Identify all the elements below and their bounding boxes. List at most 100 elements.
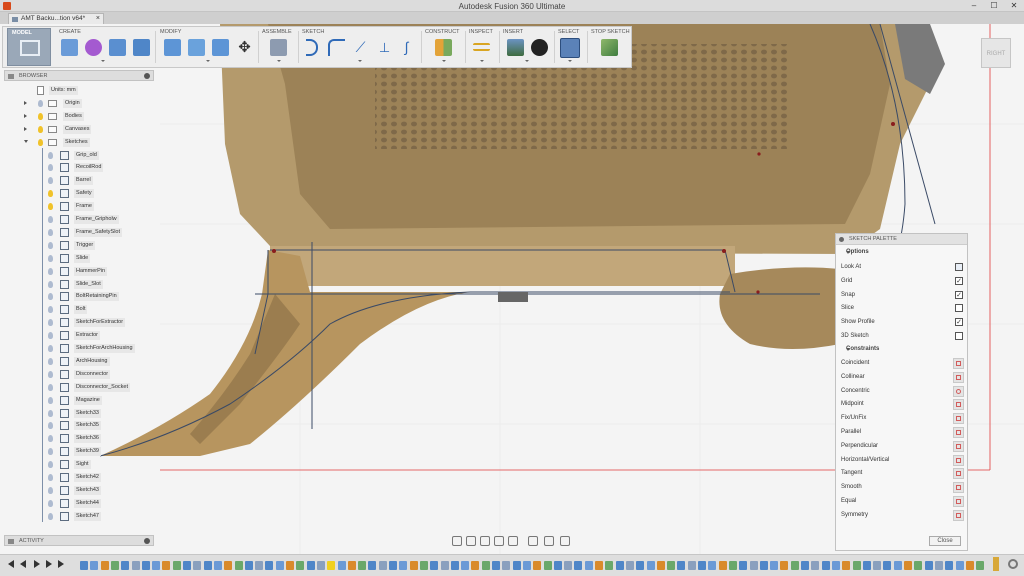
document-tab[interactable]: AMT Backu...tion v64* × bbox=[8, 13, 104, 24]
collinear-constraint-icon[interactable] bbox=[953, 371, 964, 383]
sketch-item[interactable]: Sketch33 bbox=[4, 408, 154, 419]
constraint-midpoint[interactable]: Midpoint bbox=[841, 398, 964, 411]
sketch-item[interactable]: RecoilRod bbox=[4, 162, 154, 173]
timeline-feature-icon[interactable] bbox=[605, 561, 614, 570]
activity-pin-icon[interactable] bbox=[144, 538, 150, 544]
options-section-header[interactable]: Options bbox=[839, 249, 869, 255]
symmetry-constraint-icon[interactable] bbox=[953, 509, 964, 521]
timeline-feature-icon[interactable] bbox=[801, 561, 809, 570]
extend-icon[interactable]: ⟋ bbox=[352, 39, 369, 56]
sketch-item[interactable]: Sketch44 bbox=[4, 498, 154, 509]
equal-constraint-icon[interactable] bbox=[953, 496, 964, 507]
option-grid[interactable]: Grid ✓ bbox=[841, 275, 963, 288]
constraint-perpendicular[interactable]: Perpendicular bbox=[841, 440, 964, 453]
viewports-icon[interactable] bbox=[560, 536, 570, 546]
timeline-feature-icon[interactable] bbox=[564, 561, 573, 570]
activity-expand-icon[interactable] bbox=[8, 539, 14, 544]
expand-icon[interactable] bbox=[24, 126, 27, 131]
timeline-feature-icon[interactable] bbox=[213, 561, 222, 570]
timeline-feature-icon[interactable] bbox=[389, 561, 397, 570]
visibility-bulb-icon[interactable] bbox=[48, 216, 53, 223]
close-palette-button[interactable]: Close bbox=[929, 536, 961, 546]
timeline-feature-icon[interactable] bbox=[945, 561, 954, 570]
sketch-palette-header[interactable]: SKETCH PALETTE bbox=[836, 234, 967, 245]
option-3d-sketch[interactable]: 3D Sketch bbox=[841, 330, 963, 343]
timeline-feature-icon[interactable] bbox=[224, 561, 233, 570]
timeline-feature-icon[interactable] bbox=[255, 561, 264, 570]
timeline-feature-icon[interactable] bbox=[121, 561, 130, 570]
create-sphere-icon[interactable] bbox=[85, 39, 102, 56]
timeline-feature-icon[interactable] bbox=[976, 561, 985, 570]
constraint-tangent[interactable]: Tangent bbox=[841, 467, 964, 480]
visibility-bulb-icon[interactable] bbox=[48, 435, 53, 443]
sketch-dropdown-icon[interactable] bbox=[358, 60, 362, 62]
visibility-bulb-icon[interactable] bbox=[48, 345, 53, 352]
construct-dropdown-icon[interactable] bbox=[442, 60, 446, 62]
zoom-icon[interactable] bbox=[494, 536, 504, 546]
timeline-feature-icon[interactable] bbox=[667, 561, 676, 570]
browser-folder-origin[interactable]: Origin bbox=[4, 98, 154, 109]
inspect-dropdown-icon[interactable] bbox=[480, 60, 484, 62]
select-tool-icon[interactable] bbox=[560, 38, 580, 58]
parallel-constraint-icon[interactable] bbox=[953, 427, 964, 438]
timeline-feature-icon[interactable] bbox=[574, 561, 583, 570]
timeline-feature-icon[interactable] bbox=[533, 561, 542, 570]
visibility-bulb-icon[interactable] bbox=[48, 228, 53, 236]
perpendicular-constraint-icon[interactable] bbox=[953, 440, 964, 452]
sketch-item[interactable]: Sketch36 bbox=[4, 433, 154, 444]
timeline-feature-icon[interactable] bbox=[244, 561, 253, 570]
timeline-feature-icon[interactable] bbox=[131, 561, 140, 570]
fillet-icon[interactable] bbox=[188, 39, 205, 56]
timeline-play-icon[interactable] bbox=[34, 560, 40, 568]
sketch-item[interactable]: Disconnector bbox=[4, 369, 154, 380]
visibility-bulb-icon[interactable] bbox=[48, 474, 53, 481]
option-slice[interactable]: Slice bbox=[841, 302, 963, 315]
timeline-feature-icon[interactable] bbox=[811, 561, 820, 570]
timeline-feature-icon[interactable] bbox=[522, 561, 531, 570]
trim-icon[interactable] bbox=[306, 39, 318, 56]
spline-icon[interactable]: ∫ bbox=[398, 39, 415, 56]
timeline-feature-icon[interactable] bbox=[553, 561, 562, 570]
timeline-feature-icon[interactable] bbox=[409, 561, 418, 570]
timeline-feature-icon[interactable] bbox=[481, 561, 490, 570]
insert-dropdown-icon[interactable] bbox=[525, 60, 529, 62]
sketch-item[interactable]: Sketch47 bbox=[4, 511, 154, 522]
constraints-section-header[interactable]: Constraints bbox=[839, 346, 879, 352]
timeline-feature-icon[interactable] bbox=[646, 561, 655, 570]
timeline-feature-icon[interactable] bbox=[502, 561, 511, 570]
pan-icon[interactable] bbox=[480, 536, 490, 546]
sketch-item[interactable]: Safety bbox=[4, 188, 154, 199]
timeline-feature-icon[interactable] bbox=[615, 561, 624, 570]
zoom-window-icon[interactable] bbox=[508, 536, 518, 546]
timeline-feature-icon[interactable] bbox=[656, 561, 665, 570]
visibility-bulb-icon[interactable] bbox=[48, 383, 53, 391]
insert-mcmaster-icon[interactable] bbox=[531, 39, 548, 56]
press-pull-icon[interactable] bbox=[164, 39, 181, 56]
visibility-bulb-icon[interactable] bbox=[48, 396, 53, 404]
joint-icon[interactable] bbox=[270, 39, 287, 56]
option-show-profile[interactable]: Show Profile ✓ bbox=[841, 316, 963, 329]
look-at-icon[interactable] bbox=[466, 536, 476, 546]
visibility-bulb-icon[interactable] bbox=[48, 306, 53, 314]
timeline-feature-icon[interactable] bbox=[193, 561, 202, 570]
offset-plane-icon[interactable] bbox=[435, 39, 452, 56]
activity-panel[interactable]: ACTIVITY bbox=[4, 535, 154, 546]
timeline-feature-icon[interactable] bbox=[162, 561, 171, 570]
timeline-feature-icon[interactable] bbox=[80, 561, 88, 570]
grid-settings-icon[interactable] bbox=[544, 536, 554, 546]
timeline-feature-icon[interactable] bbox=[852, 561, 861, 570]
browser-folder-canvases[interactable]: Canvases bbox=[4, 124, 154, 135]
sketch-item[interactable]: Frame_SafetySlot bbox=[4, 227, 154, 238]
checkbox-checked-icon[interactable]: ✓ bbox=[955, 276, 963, 285]
workspace-switcher[interactable]: MODEL bbox=[7, 28, 51, 66]
timeline-feature-icon[interactable] bbox=[172, 561, 181, 570]
sketch-item[interactable]: Slide bbox=[4, 253, 154, 264]
timeline-feature-icon[interactable] bbox=[955, 561, 964, 570]
constraint-coincident[interactable]: Coincident bbox=[841, 357, 964, 370]
timeline-feature-icon[interactable] bbox=[337, 561, 346, 570]
browser-units-row[interactable]: Units: mm bbox=[4, 85, 154, 96]
timeline-feature-icon[interactable] bbox=[687, 561, 696, 570]
option-look-at[interactable]: Look At bbox=[841, 261, 963, 274]
horizontal-vertical-constraint-icon[interactable] bbox=[953, 454, 964, 466]
timeline-feature-icon[interactable] bbox=[100, 561, 109, 570]
